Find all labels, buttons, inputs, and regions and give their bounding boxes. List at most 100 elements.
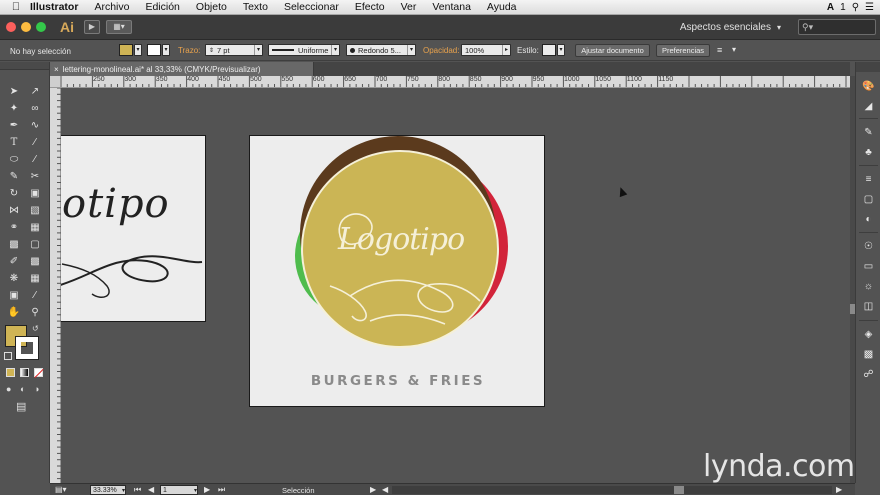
last-artboard-icon[interactable]: ⏭ bbox=[218, 485, 225, 495]
screen-mode-icon[interactable]: ▤ bbox=[16, 400, 26, 413]
preferences-button[interactable]: Preferencias bbox=[656, 44, 710, 57]
artboard-number-input[interactable]: 1 ▾ bbox=[160, 485, 198, 495]
panel-menu-icon[interactable]: ▾ bbox=[732, 45, 736, 54]
line-tool-icon[interactable]: ∕ bbox=[27, 135, 43, 149]
hand-tool-icon[interactable]: ✋ bbox=[6, 305, 22, 319]
shape-builder-tool-icon[interactable]: ⚭ bbox=[6, 220, 22, 234]
opacity-label[interactable]: Opacidad: bbox=[423, 46, 459, 55]
transparency-panel-icon[interactable]: ◐ bbox=[862, 213, 875, 226]
selection-tool-icon[interactable]: ➤ bbox=[6, 84, 22, 98]
fill-swatch[interactable] bbox=[119, 44, 133, 56]
menu-objeto[interactable]: Objeto bbox=[188, 1, 235, 13]
chevron-down-icon[interactable]: ▾ bbox=[194, 487, 197, 494]
zoom-tool-icon[interactable]: ⚲ bbox=[27, 305, 43, 319]
chevron-right-icon[interactable]: ▸ bbox=[502, 45, 510, 55]
next-artboard-icon[interactable]: ▶ bbox=[204, 485, 210, 494]
graphic-style-swatch[interactable] bbox=[542, 44, 556, 56]
bridge-icon[interactable]: ▶ bbox=[84, 20, 100, 34]
lasso-tool-icon[interactable]: ∞ bbox=[27, 101, 43, 115]
rotate-tool-icon[interactable]: ↻ bbox=[6, 186, 22, 200]
perspective-grid-tool-icon[interactable]: ▦ bbox=[27, 220, 43, 234]
horizontal-ruler[interactable]: 250 300 350 400 450 500 550 600 650 700 750 800 850 9… bbox=[61, 76, 850, 88]
artboard-tool-icon[interactable]: ▣ bbox=[6, 288, 22, 302]
width-tool-icon[interactable]: ⋈ bbox=[6, 203, 22, 217]
close-tab-icon[interactable]: × bbox=[54, 65, 59, 74]
status-options-icon[interactable]: ▤▾ bbox=[55, 485, 67, 494]
layers-panel-icon[interactable]: ◈ bbox=[862, 328, 875, 341]
brush-definition[interactable]: Redondo 5... ▾ bbox=[346, 44, 416, 56]
menu-list-icon[interactable]: ☰ bbox=[865, 2, 874, 13]
default-fill-stroke-icon[interactable] bbox=[4, 352, 12, 360]
color-guide-icon[interactable]: ◢ bbox=[862, 100, 875, 113]
zoom-window-button[interactable] bbox=[36, 22, 46, 32]
mesh-tool-icon[interactable]: ▩ bbox=[6, 237, 22, 251]
draw-behind-icon[interactable]: ◐ bbox=[20, 384, 25, 394]
links-panel-icon[interactable]: ☍ bbox=[862, 368, 875, 381]
curvature-tool-icon[interactable]: ∿ bbox=[27, 118, 43, 132]
workspace-switcher[interactable]: Aspectos esenciales ▾ bbox=[668, 20, 781, 35]
ruler-origin[interactable] bbox=[50, 76, 61, 88]
document-tab[interactable]: × lettering-monolineal.ai* al 33,33% (CM… bbox=[50, 62, 314, 76]
canvas-area[interactable]: otipo Logotipo BURGERS & FRIES bbox=[61, 89, 850, 483]
apple-icon[interactable]:  bbox=[0, 1, 22, 13]
swap-fill-stroke-icon[interactable]: ↺ bbox=[32, 324, 39, 333]
spotlight-icon[interactable]: ⚲ bbox=[852, 2, 859, 13]
scale-tool-icon[interactable]: ▣ bbox=[27, 186, 43, 200]
menu-archivo[interactable]: Archivo bbox=[86, 1, 137, 13]
color-mode-icon[interactable] bbox=[6, 368, 15, 377]
pen-tool-icon[interactable]: ✒ bbox=[6, 118, 22, 132]
artboard-main[interactable]: Logotipo BURGERS & FRIES bbox=[249, 135, 545, 407]
scissors-tool-icon[interactable]: ✂ bbox=[27, 169, 43, 183]
align-panel-icon[interactable]: ◫ bbox=[862, 300, 875, 313]
scroll-left-icon[interactable]: ◀ bbox=[382, 485, 388, 494]
ellipse-tool-icon[interactable]: ⬭ bbox=[6, 152, 22, 166]
draw-inside-icon[interactable]: ◑ bbox=[34, 384, 39, 394]
previous-artboard-icon[interactable]: ◀ bbox=[148, 485, 154, 494]
appearance-panel-icon[interactable]: ☉ bbox=[862, 240, 875, 253]
status-menu-icon[interactable]: ▶ bbox=[370, 485, 376, 494]
menu-efecto[interactable]: Efecto bbox=[347, 1, 393, 13]
menu-illustrator[interactable]: Illustrator bbox=[22, 1, 86, 13]
gradient-panel-icon[interactable]: ▢ bbox=[862, 193, 875, 206]
gradient-tool-icon[interactable]: ▢ bbox=[27, 237, 43, 251]
stroke-color-box[interactable] bbox=[15, 336, 39, 360]
zoom-level-input[interactable]: 33.33% ▾ bbox=[90, 485, 126, 495]
stroke-label[interactable]: Trazo: bbox=[178, 46, 200, 55]
graphic-style-dropdown[interactable]: ▾ bbox=[557, 44, 565, 56]
fill-dropdown[interactable]: ▾ bbox=[134, 44, 142, 56]
document-setup-button[interactable]: Ajustar documento bbox=[575, 44, 650, 57]
right-panel-grip[interactable] bbox=[856, 62, 880, 72]
arrange-icon[interactable]: ≡ bbox=[717, 45, 722, 55]
color-panel-icon[interactable]: 🎨 bbox=[862, 80, 875, 93]
menu-edicion[interactable]: Edición bbox=[137, 1, 187, 13]
stroke-weight-input[interactable]: ⇕ 7 pt ▾ bbox=[205, 44, 263, 56]
menu-ventana[interactable]: Ventana bbox=[424, 1, 479, 13]
horizontal-scrollbar[interactable] bbox=[392, 486, 832, 494]
eyedropper-tool-icon[interactable]: ✐ bbox=[6, 254, 22, 268]
slice-tool-icon[interactable]: ∕ bbox=[27, 288, 43, 302]
minimize-window-button[interactable] bbox=[21, 22, 31, 32]
magic-wand-tool-icon[interactable]: ✦ bbox=[6, 101, 22, 115]
variable-width-profile[interactable]: Uniforme ▾ bbox=[268, 44, 340, 56]
artboards-panel-icon[interactable]: ▩ bbox=[862, 348, 875, 361]
free-transform-tool-icon[interactable]: ▧ bbox=[27, 203, 43, 217]
paintbrush-tool-icon[interactable]: ∕ bbox=[27, 152, 43, 166]
opacity-input[interactable]: 100% ▸ bbox=[461, 44, 511, 56]
column-graph-tool-icon[interactable]: ▦ bbox=[27, 271, 43, 285]
stroke-panel-icon[interactable]: ≡ bbox=[862, 173, 875, 186]
graphic-styles-icon[interactable]: ▭ bbox=[862, 260, 875, 273]
menu-ayuda[interactable]: Ayuda bbox=[479, 1, 525, 13]
draw-normal-icon[interactable]: ● bbox=[6, 384, 11, 394]
close-window-button[interactable] bbox=[6, 22, 16, 32]
chevron-down-icon[interactable]: ▾ bbox=[254, 45, 262, 55]
spinner-icon[interactable]: ⇕ bbox=[209, 47, 214, 54]
image-trace-icon[interactable]: ☼ bbox=[862, 280, 875, 293]
pencil-tool-icon[interactable]: ✎ bbox=[6, 169, 22, 183]
brushes-panel-icon[interactable]: ✎ bbox=[862, 126, 875, 139]
menu-texto[interactable]: Texto bbox=[235, 1, 276, 13]
chevron-down-icon[interactable]: ▾ bbox=[407, 45, 415, 55]
vertical-ruler[interactable] bbox=[50, 88, 61, 483]
symbols-panel-icon[interactable]: ♣ bbox=[862, 146, 875, 159]
direct-selection-tool-icon[interactable]: ↗ bbox=[27, 84, 43, 98]
menu-seleccionar[interactable]: Seleccionar bbox=[276, 1, 347, 13]
